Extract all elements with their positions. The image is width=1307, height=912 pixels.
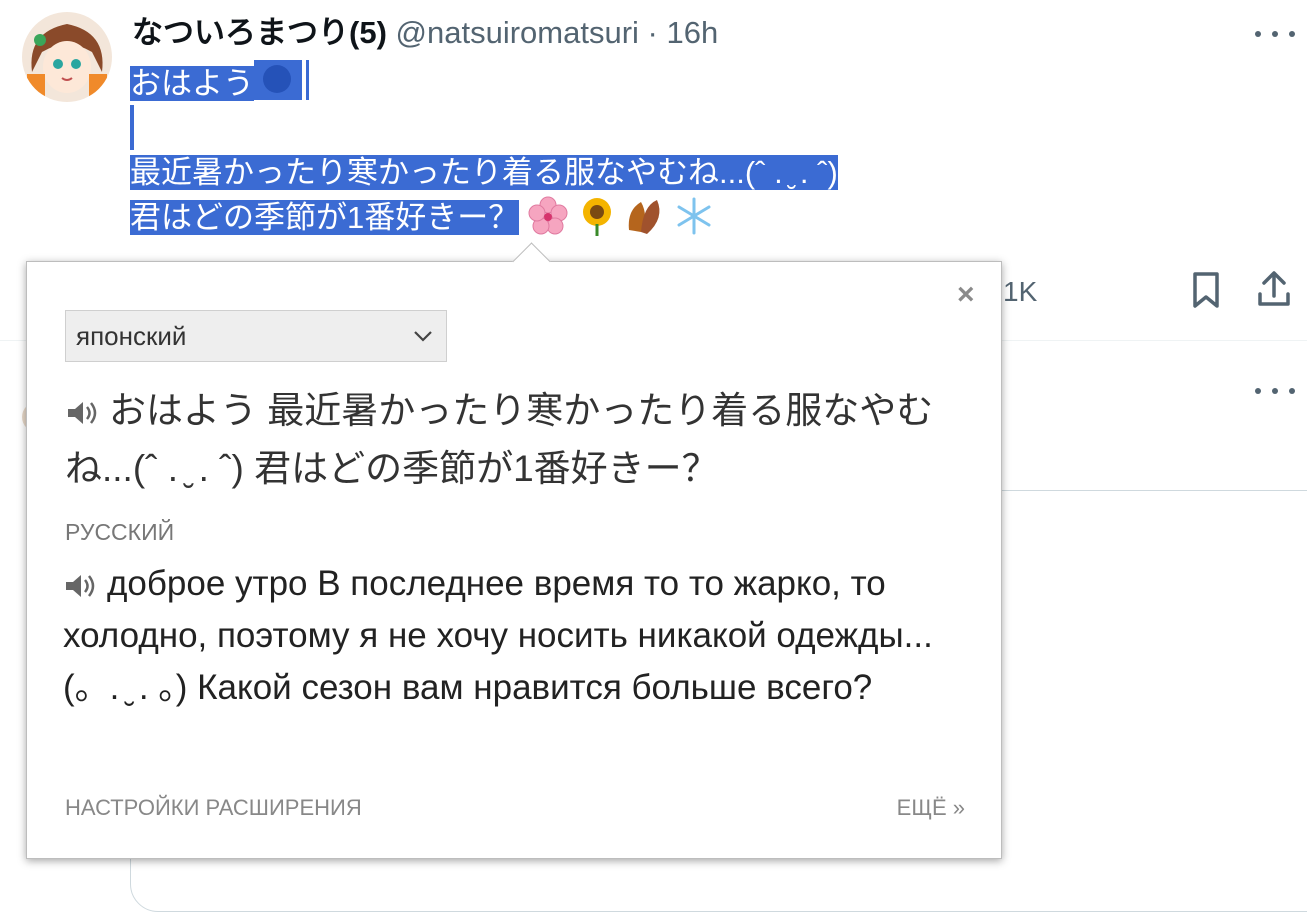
- tweet-line-1: おはよう: [130, 60, 930, 105]
- author-name[interactable]: なついろまつり(5): [132, 15, 387, 50]
- tweet-line-4: 君はどの季節が1番好きー？: [130, 195, 930, 240]
- author-handle[interactable]: @natsuiromatsuri: [396, 15, 639, 50]
- header-separator: ·: [647, 15, 658, 50]
- author-avatar[interactable]: [22, 12, 112, 102]
- share-icon[interactable]: [1256, 270, 1292, 310]
- chevron-down-icon: [414, 331, 432, 342]
- tweet-line-3-text: 最近暑かったり寒かったり着る服なやむね...(ˆ . ̮ . ˆ): [130, 155, 838, 190]
- extension-settings-link[interactable]: НАСТРОЙКИ РАСШИРЕНИЯ: [65, 795, 362, 821]
- avatar-image: [22, 12, 112, 102]
- target-language-label: РУССКИЙ: [65, 519, 175, 545]
- bookmark-icon[interactable]: [1190, 270, 1222, 310]
- translation-popup: × японский おはよう 最近暑かったり寒かったり着る服なやむね...(ˆ…: [26, 242, 1002, 859]
- source-language-select[interactable]: японский: [65, 310, 447, 362]
- tweet-metric-count[interactable]: 1K: [1003, 276, 1037, 308]
- sun-icon: [254, 60, 302, 100]
- cherry-blossom-icon: [528, 196, 568, 235]
- tweet-text: おはよう 最近暑かったり寒かったり着る服なやむね...(ˆ . ̮ . ˆ) 君…: [130, 60, 930, 240]
- next-tweet-more-icon[interactable]: [1255, 381, 1295, 401]
- more-link[interactable]: ЕЩЁ »: [897, 795, 965, 821]
- popup-pointer: [512, 242, 551, 281]
- tweet-line-4-text: 君はどの季節が1番好きー？: [130, 200, 520, 235]
- tweet-line-1-text: おはよう: [130, 66, 254, 101]
- sunflower-icon: [582, 198, 611, 236]
- tweet-line-3: 最近暑かったり寒かったり着る服なやむね...(ˆ . ̮ . ˆ): [130, 150, 930, 195]
- source-text-block: おはよう 最近暑かったり寒かったり着る服なやむね...(ˆ . ̮ . ˆ) 君…: [65, 382, 965, 498]
- source-language-value: японский: [76, 320, 187, 351]
- more-options-icon[interactable]: [1255, 24, 1295, 44]
- close-icon[interactable]: ×: [957, 278, 975, 312]
- translation-text-block: доброе утро В последнее время то то жарк…: [63, 558, 963, 714]
- tweet-line-2: [130, 105, 930, 150]
- source-text: おはよう 最近暑かったり寒かったり着る服なやむね...(ˆ . ̮ . ˆ) 君…: [65, 390, 934, 489]
- tweet-header: なついろまつり(5) @natsuiromatsuri · 16h: [132, 14, 718, 52]
- tweet-time[interactable]: 16h: [666, 15, 718, 50]
- fallen-leaf-icon: [628, 200, 660, 234]
- translation-text: доброе утро В последнее время то то жарк…: [63, 564, 933, 707]
- snowflake-icon: [677, 197, 711, 235]
- speaker-icon[interactable]: [65, 398, 101, 428]
- speaker-icon[interactable]: [63, 571, 99, 601]
